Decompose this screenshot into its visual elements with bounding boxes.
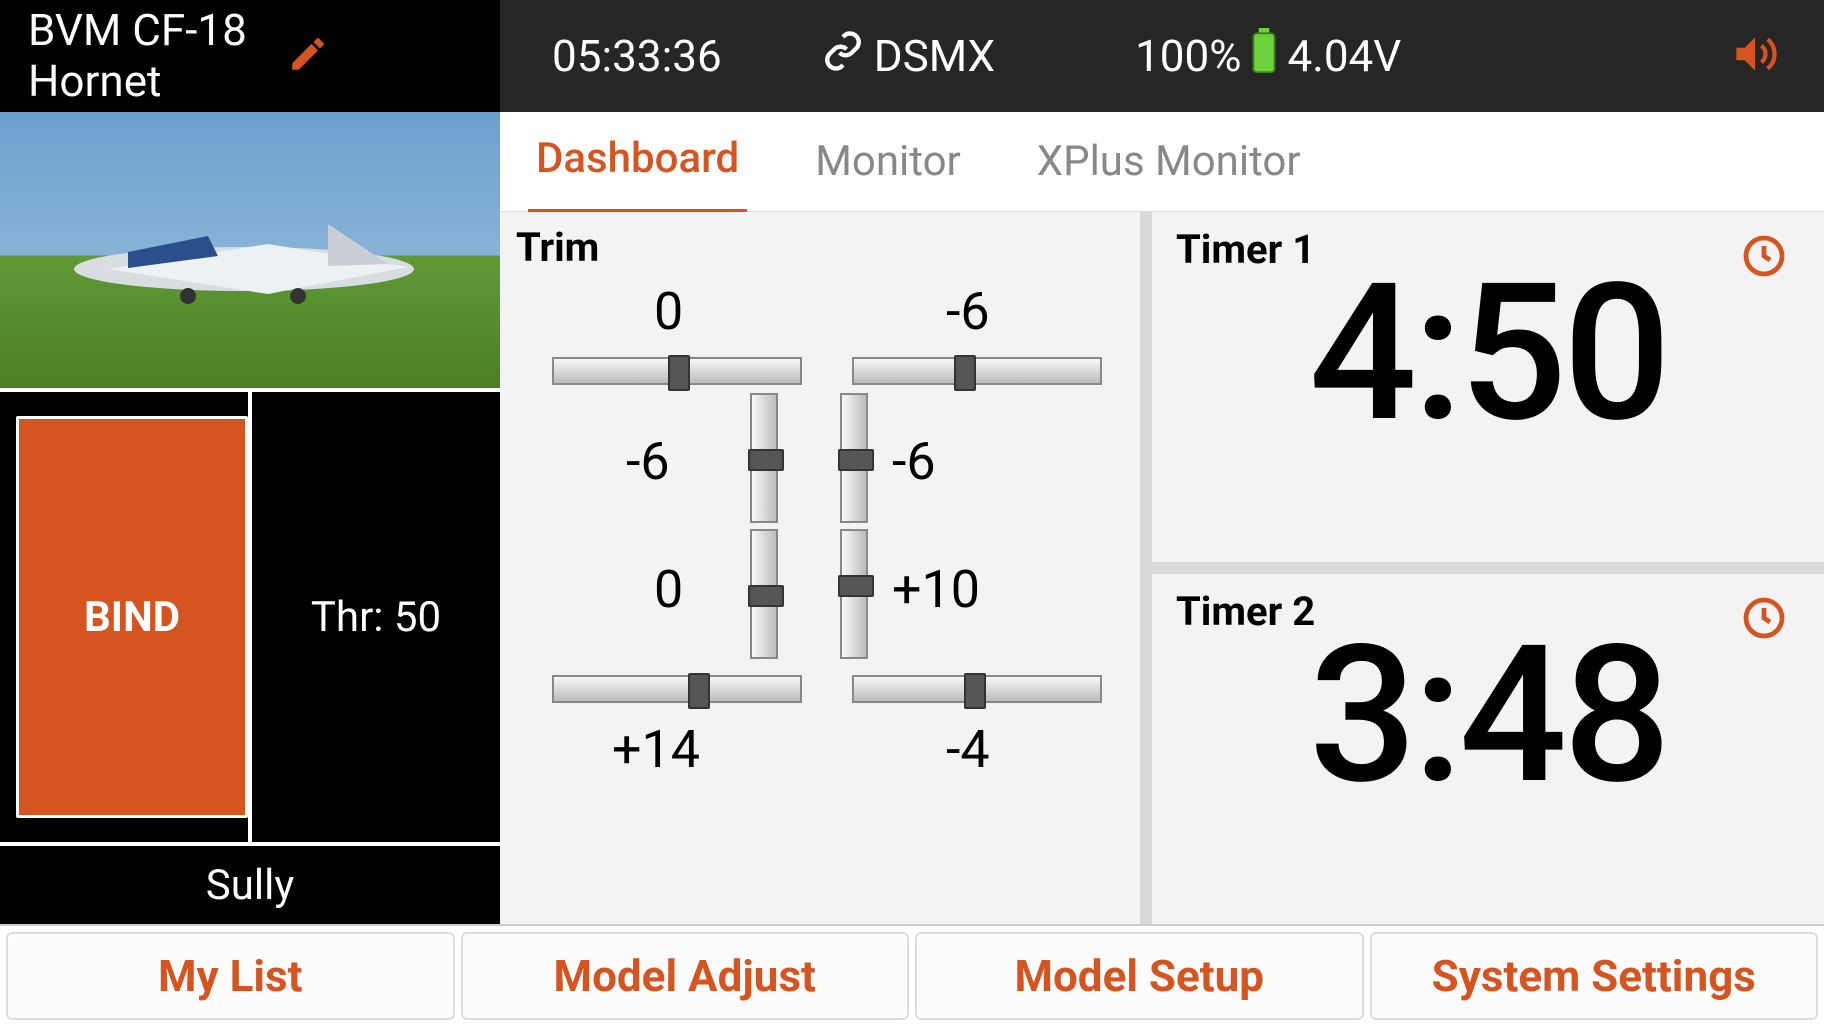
status-bar: BVM CF-18 Hornet 05:33:36 DSMX 100% 4.04… (0, 0, 1824, 112)
timer-1-value: 4:50 (1176, 259, 1800, 449)
timer-2-value: 3:48 (1176, 621, 1800, 811)
trim-e-value: 0 (654, 559, 683, 620)
trim-c-value: -6 (626, 431, 670, 492)
trim-f-value: +10 (892, 559, 980, 620)
battery-status: 100% 4.04V (1135, 28, 1401, 85)
battery-icon (1251, 28, 1277, 85)
trim-f-slider[interactable] (840, 529, 868, 659)
nav-system-settings[interactable]: System Settings (1370, 932, 1819, 1020)
trim-h-slider[interactable] (852, 675, 1102, 703)
clock-icon (1740, 232, 1788, 284)
nav-model-adjust[interactable]: Model Adjust (461, 932, 910, 1020)
model-name: BVM CF-18 Hornet (28, 5, 247, 106)
bottom-nav: My List Model Adjust Model Setup System … (0, 924, 1824, 1026)
trim-d-slider[interactable] (840, 393, 868, 523)
edit-icon[interactable] (287, 33, 329, 79)
tab-dashboard[interactable]: Dashboard (528, 108, 747, 215)
trim-h-value: -4 (946, 719, 990, 780)
throttle-readout: Thr: 50 (248, 392, 500, 842)
speaker-icon[interactable] (1728, 29, 1778, 83)
trim-panel: Trim 0 -6 -6 -6 0 (500, 212, 1140, 924)
tab-monitor[interactable]: Monitor (807, 111, 969, 212)
tab-bar: Dashboard Monitor XPlus Monitor (500, 112, 1824, 212)
nav-model-setup[interactable]: Model Setup (915, 932, 1364, 1020)
clock-time: 05:33:36 (552, 30, 722, 82)
timer-2-card[interactable]: Timer 2 3:48 (1152, 574, 1824, 924)
model-name-area[interactable]: BVM CF-18 Hornet (0, 0, 500, 112)
battery-percent: 100% (1135, 30, 1241, 82)
battery-voltage: 4.04V (1287, 30, 1401, 82)
link-icon (822, 30, 874, 83)
trim-g-value: +14 (612, 719, 700, 780)
trim-d-value: -6 (892, 431, 936, 492)
pilot-name: Sully (0, 846, 500, 924)
trim-a-slider[interactable] (552, 357, 802, 385)
trim-c-slider[interactable] (750, 393, 778, 523)
link-status: DSMX (822, 30, 995, 83)
trim-title: Trim (516, 224, 1124, 271)
trim-g-slider[interactable] (552, 675, 802, 703)
trim-b-slider[interactable] (852, 357, 1102, 385)
trim-b-value: -6 (946, 281, 990, 342)
aircraft-photo (68, 224, 420, 314)
trim-a-value: 0 (654, 281, 683, 342)
tab-xplus-monitor[interactable]: XPlus Monitor (1029, 111, 1309, 212)
bind-button[interactable]: BIND (16, 416, 248, 818)
link-type: DSMX (874, 30, 995, 82)
trim-e-slider[interactable] (750, 529, 778, 659)
timer-1-card[interactable]: Timer 1 4:50 (1152, 212, 1824, 562)
sidebar: BIND Thr: 50 Sully (0, 112, 500, 924)
clock-icon (1740, 594, 1788, 646)
nav-my-list[interactable]: My List (6, 932, 455, 1020)
model-photo[interactable] (0, 112, 500, 388)
